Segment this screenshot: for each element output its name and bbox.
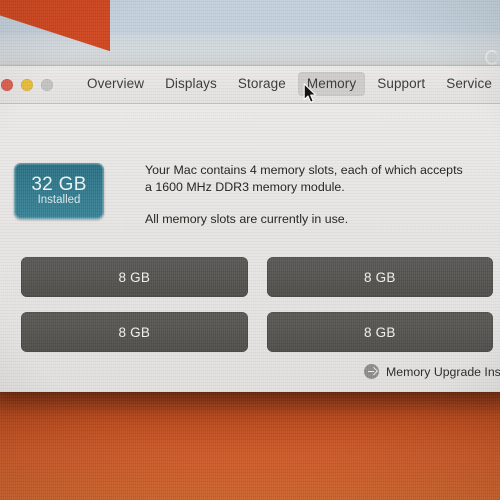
tab-service[interactable]: Service <box>437 72 500 96</box>
wallpaper-bottom-orange <box>0 392 500 500</box>
description-line-3: All memory slots are currently in use. <box>145 212 349 226</box>
description-line-1: Your Mac contains 4 memory slots, each o… <box>145 163 463 177</box>
desktop-ghost-icon <box>485 50 499 65</box>
tab-memory[interactable]: Memory <box>297 72 366 96</box>
memory-slot[interactable]: 8 GB <box>21 257 248 297</box>
close-button-icon[interactable] <box>1 79 13 91</box>
arrow-right-circle-icon <box>364 364 379 379</box>
description-line-2: a 1600 MHz DDR3 memory module. <box>145 179 345 194</box>
memory-panel: 32 GB Installed Your Mac contains 4 memo… <box>0 104 500 392</box>
memory-description: Your Mac contains 4 memory slots, each o… <box>145 162 485 228</box>
tab-support[interactable]: Support <box>368 72 434 96</box>
tab-overview[interactable]: Overview <box>78 72 153 96</box>
tab-storage[interactable]: Storage <box>229 72 295 96</box>
memory-slot-grid: 8 GB 8 GB 8 GB 8 GB <box>21 257 493 352</box>
window-titlebar[interactable]: Overview Displays Storage Memory Support… <box>0 66 500 104</box>
badge-status: Installed <box>37 194 81 207</box>
about-this-mac-window[interactable]: Overview Displays Storage Memory Support… <box>0 66 500 392</box>
installed-memory-badge: 32 GB Installed <box>14 163 104 219</box>
memory-slot[interactable]: 8 GB <box>21 312 248 352</box>
window-controls <box>1 79 53 91</box>
wallpaper-orange-triangle <box>0 0 110 72</box>
memory-slot[interactable]: 8 GB <box>266 257 493 297</box>
memory-slot[interactable]: 8 GB <box>266 312 493 352</box>
tab-bar: Overview Displays Storage Memory Support… <box>78 72 500 96</box>
memory-upgrade-link-label: Memory Upgrade Ins <box>386 364 500 379</box>
badge-capacity: 32 GB <box>31 174 87 196</box>
zoom-button-icon[interactable] <box>41 79 53 91</box>
screen-photo: Overview Displays Storage Memory Support… <box>0 0 500 500</box>
memory-upgrade-instructions-link[interactable]: Memory Upgrade Ins <box>364 364 500 379</box>
minimize-button-icon[interactable] <box>21 79 33 91</box>
tab-displays[interactable]: Displays <box>156 72 226 96</box>
